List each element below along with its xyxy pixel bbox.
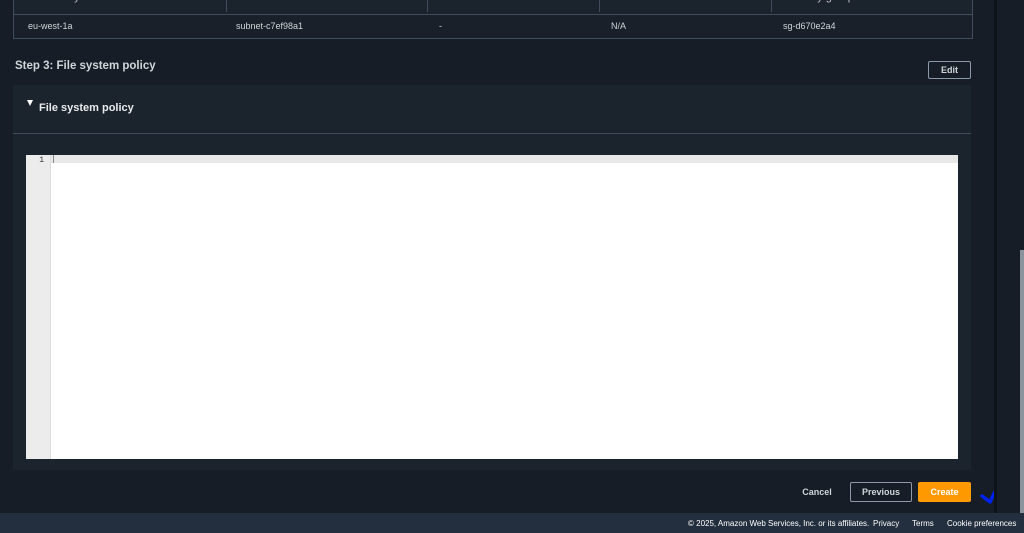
column-divider [226,0,227,12]
column-header: IPv6 address [611,0,675,14]
line-number: 1 [39,156,44,165]
column-header: Security groups [783,0,859,14]
table-cell-ipv6: N/A [611,21,627,31]
edit-button[interactable]: Edit [928,61,971,79]
checkmark-annotation-icon [980,490,994,504]
network-table: Availability zone Subnet IP address IPv6… [13,0,973,39]
table-cell-ip: - [439,21,442,31]
table-header-row: Availability zone Subnet IP address IPv6… [14,0,972,15]
table-cell-az: eu-west-1a [28,21,73,31]
terms-link[interactable]: Terms [912,519,934,528]
policy-code-editor[interactable]: 1 [26,155,958,459]
column-divider [599,0,600,12]
footer: © 2025, Amazon Web Services, Inc. or its… [0,513,1024,533]
table-cell-security-group: sg-d670e2a4 [783,21,836,31]
editor-active-line[interactable] [51,155,958,163]
cancel-button[interactable]: Cancel [795,482,839,502]
policy-panel: File system policy 1 [13,85,971,470]
editor-gutter: 1 [26,155,51,459]
create-button[interactable]: Create [918,482,971,502]
text-cursor [53,155,54,163]
column-divider [427,0,428,12]
caret-down-icon[interactable] [27,100,33,106]
column-header: IP address [439,0,491,14]
table-cell-subnet: subnet-c7ef98a1 [236,21,304,31]
column-header: Availability zone [28,0,107,14]
footer-copyright: © 2025, Amazon Web Services, Inc. or its… [688,519,870,528]
policy-panel-header[interactable]: File system policy [13,85,971,134]
main-content: Availability zone Subnet IP address IPv6… [0,0,994,513]
step-title: Step 3: File system policy [15,60,156,72]
scrollbar-edge [994,0,997,513]
scrollbar-thumb[interactable] [1020,250,1024,513]
cookie-preferences-link[interactable]: Cookie preferences [947,519,1016,528]
column-divider [771,0,772,12]
column-header: Subnet [236,0,271,14]
policy-panel-title[interactable]: File system policy [39,102,134,114]
privacy-link[interactable]: Privacy [873,519,899,528]
previous-button[interactable]: Previous [850,482,912,502]
